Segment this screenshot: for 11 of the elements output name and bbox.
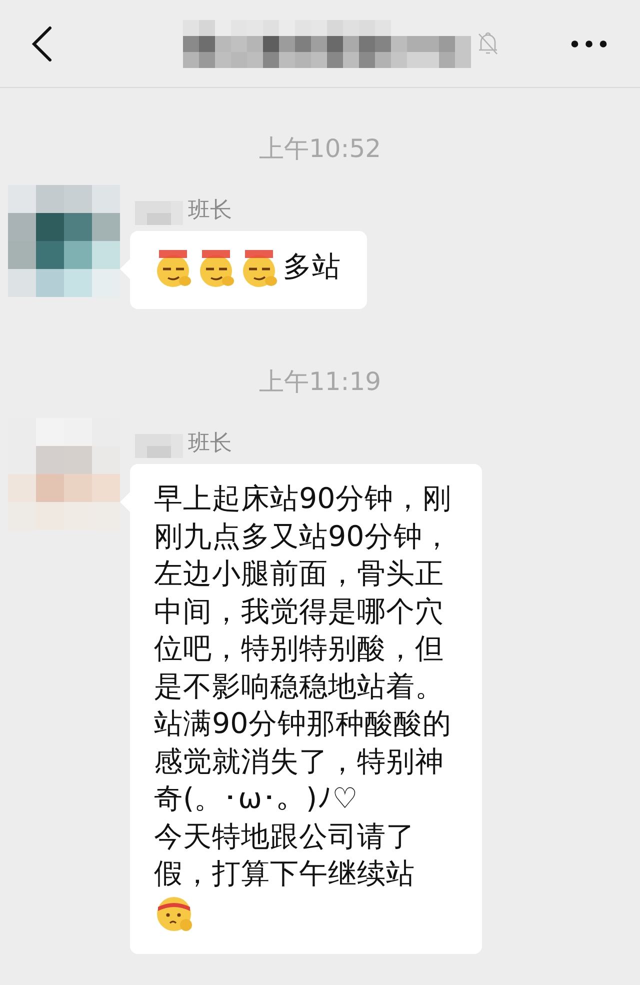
timestamp: 上午11:19 — [258, 366, 382, 398]
timestamp: 上午10:52 — [258, 133, 382, 165]
back-icon[interactable] — [32, 26, 52, 62]
smirk-emoji-icon — [154, 247, 194, 289]
sender-name: 班长 — [188, 430, 232, 458]
message-text: 早上起床站90分钟，刚刚九点多又站90分钟，左边小腿前面，骨头正中间，我觉得是哪个穴位吧，特别特别酸，但是不影响稳稳地站着。站满90分钟那种酸酸的感觉就消失了，特别神奇(。･ω･。)ﾉ♡ 今天特地跟公司请了假，打算下午继续站 — [154, 482, 452, 890]
smirk-emoji-icon — [197, 247, 237, 289]
smirk-emoji-icon — [240, 247, 280, 289]
sender-name: 班长 — [188, 197, 232, 225]
more-icon[interactable] — [570, 38, 608, 48]
message-text: 多站 — [283, 250, 341, 283]
